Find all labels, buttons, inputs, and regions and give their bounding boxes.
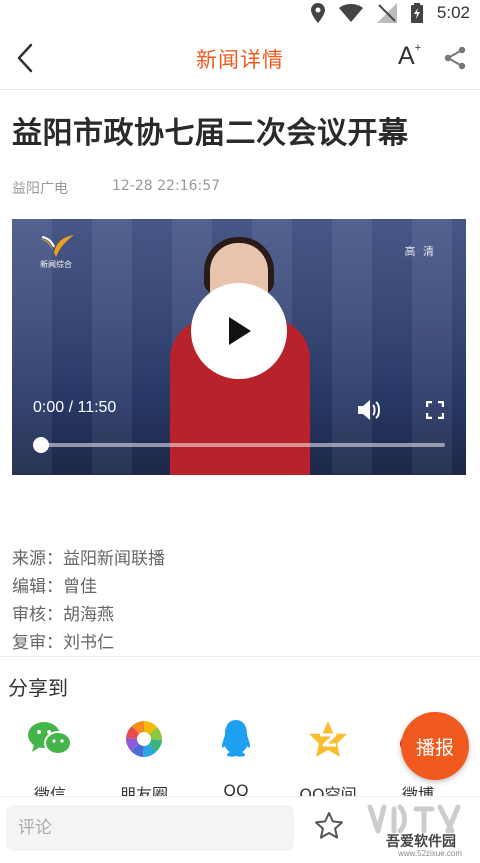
share-qzone[interactable]: QQ空间 (288, 717, 368, 805)
fullscreen-icon (425, 400, 445, 420)
watermark-url: www.52zixue.com (398, 849, 463, 858)
share-button[interactable] (443, 46, 467, 74)
share-moments[interactable]: 朋友圈 (104, 717, 184, 805)
favorite-button[interactable] (314, 811, 344, 845)
publish-time: 12-28 22:16:57 (112, 178, 221, 194)
font-size-button[interactable]: A+ (398, 42, 421, 71)
credit-row: 编辑： 曾佳 (12, 573, 165, 601)
credit-row: 审核： 胡海燕 (12, 601, 165, 629)
credit-value: 曾佳 (63, 577, 97, 597)
watermark: 吾爱软件园 www.52zixue.com (356, 801, 476, 859)
credit-value: 益阳新闻联播 (63, 549, 165, 569)
hd-badge: 高 清 (404, 245, 436, 258)
video-timecode: 0:00 / 11:50 (33, 399, 117, 416)
comment-input[interactable] (6, 805, 294, 851)
credit-value: 胡海燕 (63, 605, 114, 625)
channel-logo (40, 235, 74, 261)
credit-label: 编辑： (12, 577, 63, 597)
fullscreen-button[interactable] (425, 400, 445, 423)
qq-icon (214, 717, 258, 761)
qzone-icon (306, 717, 350, 761)
font-size-label: A (398, 42, 415, 70)
nav-header: 新闻详情 A+ (0, 26, 480, 90)
share-icon (444, 46, 466, 70)
article-headline: 益阳市政协七届二次会议开幕 (12, 116, 409, 151)
source-name: 益阳广电 (12, 181, 68, 197)
battery-icon (410, 3, 423, 23)
watermark-text: 吾爱软件园 (386, 834, 456, 850)
share-title: 分享到 (8, 676, 68, 700)
progress-track[interactable] (41, 443, 445, 447)
signal-icon (376, 3, 397, 23)
status-time: 5:02 (436, 3, 470, 22)
channel-logo-text: 新闻综合 (40, 260, 72, 269)
article-credits: 来源： 益阳新闻联播 编辑： 曾佳 审核： 胡海燕 复审： 刘书仁 (12, 545, 165, 657)
play-icon (229, 317, 251, 345)
progress-knob[interactable] (33, 437, 49, 453)
credit-label: 审核： (12, 605, 63, 625)
wechat-icon (28, 717, 72, 761)
credit-label: 复审： (12, 633, 63, 653)
bottom-bar: 吾爱软件园 www.52zixue.com (0, 796, 480, 863)
star-icon (315, 812, 343, 839)
font-size-plus: + (414, 41, 422, 54)
credit-label: 来源： (12, 549, 63, 569)
credit-row: 来源： 益阳新闻联播 (12, 545, 165, 573)
location-icon (310, 3, 325, 23)
share-wechat[interactable]: 微信 (10, 717, 90, 805)
video-player[interactable]: 新闻综合 高 清 0:00 / 11:50 (12, 219, 466, 475)
status-bar: 5:02 (0, 0, 480, 26)
credit-row: 复审： 刘书仁 (12, 629, 165, 657)
broadcast-button[interactable]: 播报 (401, 712, 469, 780)
share-qq[interactable]: QQ (196, 717, 276, 800)
volume-icon (358, 400, 380, 420)
credit-value: 刘书仁 (63, 633, 114, 653)
play-button[interactable] (191, 283, 287, 379)
volume-button[interactable] (358, 399, 382, 425)
moments-icon (122, 717, 166, 761)
article-meta: 益阳广电 12-28 22:16:57 (12, 178, 220, 198)
wifi-icon (338, 4, 363, 22)
